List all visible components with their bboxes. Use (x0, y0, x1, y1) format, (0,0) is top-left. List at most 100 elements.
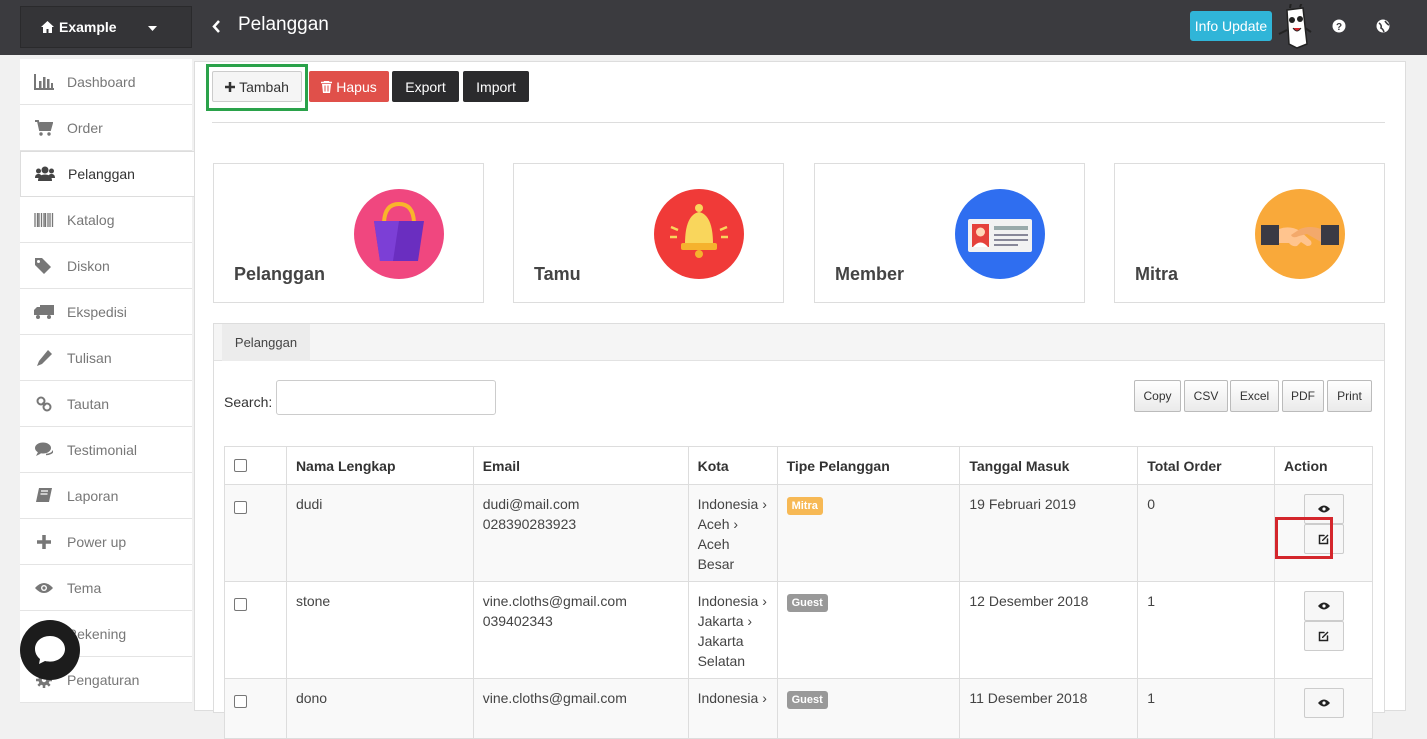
email-cell: vine.cloths@gmail.com 039402343 (472, 581, 689, 679)
table-row: stone vine.cloths@gmail.com 039402343 Ind… (224, 581, 1373, 679)
phone: 039402343 (482, 613, 553, 629)
id-card-icon (955, 189, 1045, 279)
csv-button[interactable]: CSV (1184, 380, 1228, 412)
import-button[interactable]: Import (463, 71, 529, 102)
table-row: dono vine.cloths@gmail.com Indonesia › G… (224, 678, 1373, 739)
globe-icon[interactable] (1376, 19, 1390, 33)
row-checkbox[interactable] (234, 501, 247, 514)
phone: 028390283923 (482, 516, 577, 532)
email-cell: vine.cloths@gmail.com (472, 678, 689, 739)
email: vine.cloths@gmail.com (482, 690, 627, 706)
view-button[interactable] (1303, 688, 1344, 718)
kota-line: Selatan (697, 653, 746, 669)
sidebar-item-tulisan[interactable]: Tulisan (20, 335, 192, 381)
kota-cell: Indonesia › (687, 678, 778, 739)
sidebar: Dashboard Order Pelanggan Katalog Diskon… (20, 59, 194, 703)
top-bar: Example Pelanggan Info Update ? (0, 0, 1427, 55)
tipe-badge: Mitra (786, 497, 823, 515)
name-cell: dudi (285, 484, 474, 582)
eye-icon (34, 578, 54, 598)
bell-icon (654, 189, 744, 279)
sidebar-item-label: Laporan (67, 487, 119, 504)
column-header[interactable]: Tipe Pelanggan (776, 446, 961, 485)
sidebar-item-label: Tulisan (67, 349, 112, 366)
sidebar-item-label: Power up (67, 533, 127, 550)
tipe-cell: Mitra (776, 484, 961, 582)
print-button[interactable]: Print (1327, 380, 1372, 412)
sidebar-item-tema[interactable]: Tema (20, 565, 192, 611)
sidebar-item-label: Tautan (67, 395, 110, 412)
tipe-cell: Guest (776, 678, 961, 739)
card-label: Member (835, 264, 905, 284)
export-button[interactable]: Export (392, 71, 459, 102)
row-checkbox[interactable] (234, 695, 247, 708)
store-name: Example (59, 19, 117, 35)
card-tamu[interactable]: Tamu (513, 163, 784, 303)
delete-button-label: Hapus (336, 78, 377, 95)
copy-button[interactable]: Copy (1134, 380, 1181, 412)
table-row: dudi dudi@mail.com 028390283923 Indonesia… (224, 484, 1373, 582)
truck-icon (34, 302, 54, 322)
column-header[interactable]: Kota (687, 446, 778, 485)
column-header[interactable]: Nama Lengkap (285, 446, 474, 485)
kota-line: Aceh (697, 536, 730, 552)
link-icon (34, 394, 54, 414)
column-header[interactable]: Total Order (1137, 446, 1276, 485)
sidebar-item-power-up[interactable]: Power up (20, 519, 192, 565)
customer-table: Nama Lengkap Email Kota Tipe Pelanggan T… (224, 446, 1373, 739)
kota-line: Indonesia › (697, 593, 767, 609)
sidebar-item-tautan[interactable]: Tautan (20, 381, 192, 427)
mascot-icon[interactable] (1277, 4, 1313, 50)
handshake-icon (1255, 189, 1345, 279)
sidebar-item-order[interactable]: Order (20, 105, 192, 151)
delete-button[interactable]: Hapus (309, 71, 389, 102)
column-header[interactable]: Tanggal Masuk (959, 446, 1139, 485)
sidebar-item-label: Ekspedisi (67, 303, 127, 320)
edit-button[interactable] (1303, 621, 1344, 651)
sidebar-item-laporan[interactable]: Laporan (20, 473, 192, 519)
tanggal-cell: 11 Desember 2018 (959, 678, 1139, 739)
sidebar-item-diskon[interactable]: Diskon (20, 243, 192, 289)
sidebar-item-dashboard[interactable]: Dashboard (20, 59, 192, 105)
help-icon[interactable]: ? (1332, 19, 1346, 33)
card-member[interactable]: Member (814, 163, 1085, 303)
vertical-scrollbar[interactable] (1410, 55, 1427, 700)
email: dudi@mail.com (482, 496, 580, 512)
excel-button[interactable]: Excel (1230, 380, 1279, 412)
pencil-icon (34, 348, 54, 368)
pdf-button[interactable]: PDF (1282, 380, 1324, 412)
tanggal-cell: 12 Desember 2018 (959, 581, 1139, 679)
tipe-badge: Guest (786, 691, 828, 709)
sidebar-item-label: Pengaturan (67, 671, 140, 688)
search-label: Search: (224, 394, 273, 410)
eye-icon (1317, 602, 1330, 610)
card-pelanggan[interactable]: Pelanggan (213, 163, 484, 303)
column-header[interactable]: Email (472, 446, 689, 485)
sidebar-item-ekspedisi[interactable]: Ekspedisi (20, 289, 192, 335)
email-cell: dudi@mail.com 028390283923 (472, 484, 689, 582)
svg-text:?: ? (1336, 22, 1342, 33)
search-input[interactable] (276, 380, 496, 415)
kota-cell: Indonesia › Aceh › Aceh Besar (687, 484, 778, 582)
view-button[interactable] (1303, 591, 1344, 621)
select-all-checkbox[interactable] (234, 459, 247, 472)
sidebar-item-katalog[interactable]: Katalog (20, 197, 192, 243)
total-cell: 0 (1137, 484, 1276, 582)
card-label: Pelanggan (234, 264, 326, 284)
kota-line: Besar (697, 556, 735, 572)
chat-widget-button[interactable] (20, 620, 80, 680)
back-chevron-icon[interactable] (212, 20, 221, 33)
kota-line: Aceh › (697, 516, 739, 532)
row-checkbox[interactable] (234, 598, 247, 611)
store-selector[interactable]: Example (20, 6, 192, 48)
tab-pelanggan[interactable]: Pelanggan (222, 324, 310, 361)
divider (212, 122, 1385, 123)
info-update-button[interactable]: Info Update (1190, 11, 1272, 41)
edit-button-highlight (1275, 517, 1333, 559)
card-mitra[interactable]: Mitra (1114, 163, 1385, 303)
home-icon (41, 21, 54, 33)
sidebar-item-pelanggan[interactable]: Pelanggan (20, 151, 194, 197)
card-label: Mitra (1135, 264, 1179, 284)
sidebar-item-testimonial[interactable]: Testimonial (20, 427, 192, 473)
cart-icon (34, 118, 54, 138)
